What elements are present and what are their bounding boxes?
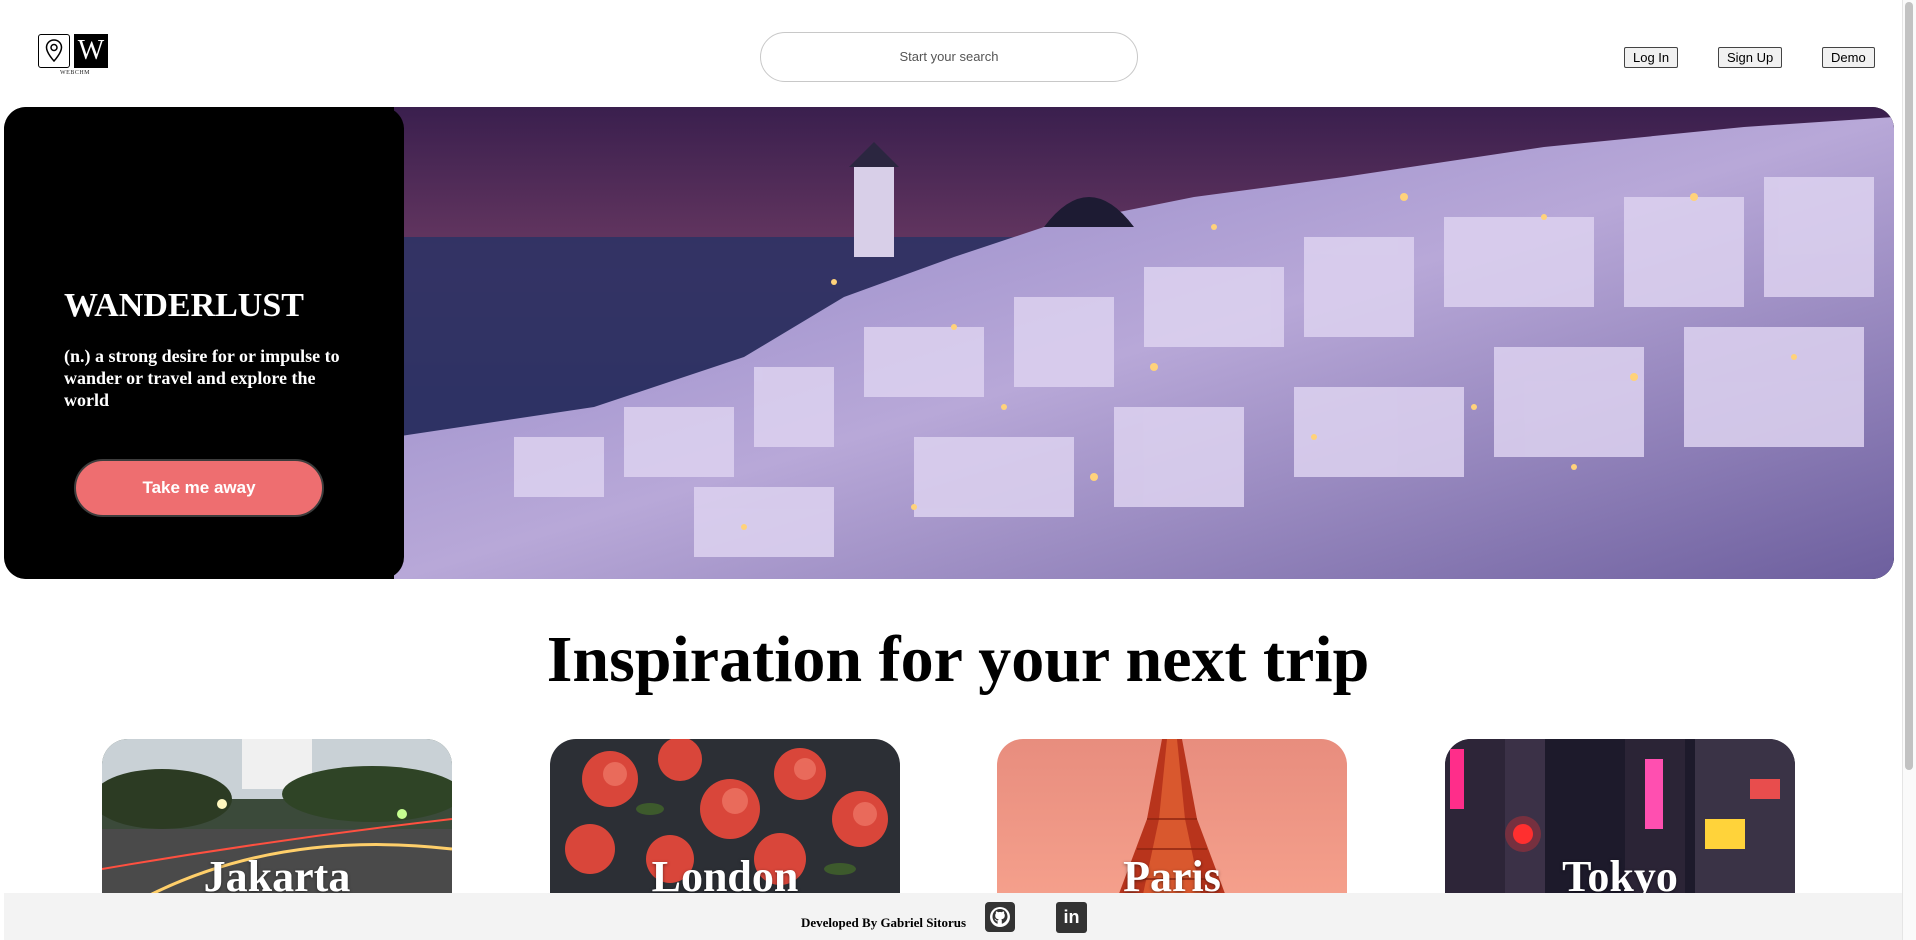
city-name: Paris (1123, 852, 1221, 899)
take-me-away-button[interactable]: Take me away (74, 459, 324, 517)
site-logo[interactable]: W WEBCHM (38, 34, 110, 80)
signup-button[interactable]: Sign Up (1718, 47, 1783, 68)
hero-santorini-image (394, 107, 1894, 579)
city-card-london[interactable]: London (550, 739, 900, 899)
logo-letter: W (74, 34, 108, 68)
footer: Developed By Gabriel Sitorus in (4, 893, 1902, 940)
city-card-paris[interactable]: Paris (997, 739, 1347, 899)
city-name: Jakarta (203, 852, 351, 899)
city-card-jakarta[interactable]: Jakarta (102, 739, 452, 899)
inspiration-heading: Inspiration for your next trip (546, 623, 1370, 696)
city-card-tokyo[interactable]: Tokyo (1445, 739, 1795, 899)
hero-title: WANDERLUST (64, 287, 304, 324)
city-name: Tokyo (1562, 852, 1678, 899)
scrollbar-thumb[interactable] (1905, 2, 1913, 770)
demo-button[interactable]: Demo (1822, 47, 1875, 68)
hero-banner: WANDERLUST (n.) a strong desire for or i… (4, 107, 1894, 579)
hero-text-panel: WANDERLUST (n.) a strong desire for or i… (4, 107, 404, 579)
city-name: London (651, 852, 799, 899)
footer-credit: Developed By Gabriel Sitorus (801, 915, 967, 930)
hero-definition: (n.) a strong desire for or impulse to w… (64, 346, 340, 410)
login-button[interactable]: Log In (1624, 47, 1679, 68)
logo-caption: WEBCHM (60, 70, 90, 76)
location-pin-icon (38, 34, 70, 68)
search-input[interactable]: Start your search (760, 32, 1138, 82)
linkedin-icon[interactable]: in (1056, 902, 1087, 933)
github-icon[interactable] (985, 902, 1015, 932)
